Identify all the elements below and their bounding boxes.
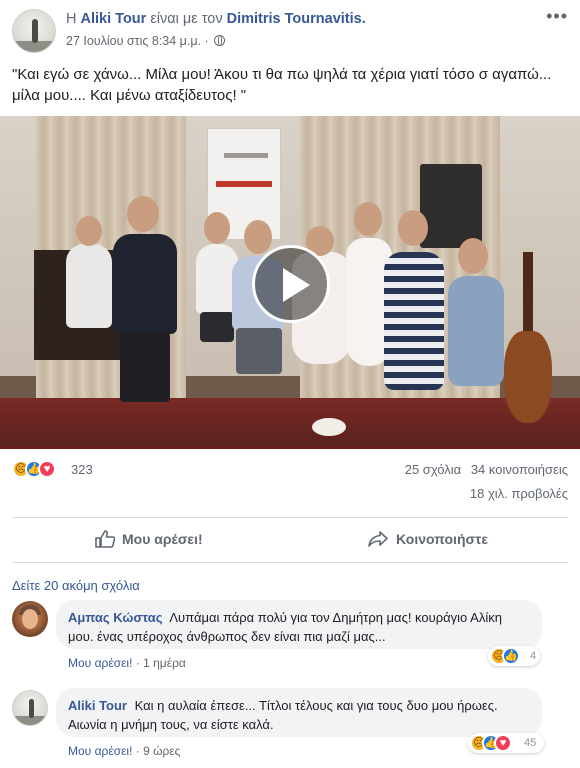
post-actions: Μου αρέσει! Κοινοποιήστε <box>12 518 568 560</box>
video-child-legs <box>200 312 234 342</box>
comment-author-link[interactable]: Aliki Tour <box>68 698 127 713</box>
comments-count[interactable]: 25 σχόλια <box>405 462 461 477</box>
avatar-figure <box>29 699 34 718</box>
video-child-head <box>244 220 272 254</box>
globe-icon[interactable] <box>214 35 226 46</box>
love-icon: ♥ <box>494 734 512 752</box>
comment-bubble: Aliki Tour Και η αυλαία έπεσε... Τίτλοι … <box>56 688 542 737</box>
comment-reaction-count: 45 <box>524 737 537 749</box>
avatar-face <box>22 609 38 629</box>
play-button[interactable] <box>252 245 330 323</box>
play-icon <box>283 268 310 302</box>
like-button[interactable]: Μου αρέσει! <box>12 518 290 560</box>
comment-author-link[interactable]: Αμπας Κώστας <box>68 610 162 625</box>
engagement-counts: 25 σχόλια 34 κοινοποιήσεις <box>405 462 568 477</box>
share-label: Κοινοποιήστε <box>396 531 488 547</box>
commenter-avatar[interactable] <box>12 690 48 726</box>
video-person-head <box>76 216 102 246</box>
post-header: Η Aliki Tour είναι με τον Dimitris Tourn… <box>0 0 580 58</box>
post-author-line: Η Aliki Tour είναι με τον Dimitris Tourn… <box>66 11 366 27</box>
author-prefix: Η <box>66 11 77 27</box>
comment-time[interactable]: 9 ώρες <box>143 744 180 758</box>
views-count: 18 χιλ. προβολές <box>469 486 568 501</box>
comment-bubble: Αμπας Κώστας Λυπάμαι πάρα πολύ για τον Δ… <box>56 600 542 649</box>
poster-text-mark <box>224 153 268 158</box>
video-child-legs <box>120 332 170 402</box>
poster-red-mark <box>216 181 272 187</box>
share-button[interactable]: Κοινοποιήστε <box>290 518 568 560</box>
view-more-comments-link[interactable]: Δείτε 20 ακόμη σχόλια <box>12 578 140 593</box>
video-guitar-neck <box>523 252 533 336</box>
author-avatar[interactable] <box>12 9 56 53</box>
video-player[interactable] <box>0 116 580 449</box>
video-drum <box>312 418 346 436</box>
reaction-count[interactable]: 323 <box>71 462 93 477</box>
comment-text: Και η αυλαία έπεσε... Τίτλοι τέλους και … <box>68 698 498 732</box>
meta-separator: · <box>204 34 209 48</box>
video-child-head <box>127 196 159 232</box>
like-label: Μου αρέσει! <box>122 531 203 547</box>
comment-like-link[interactable]: Μου αρέσει! <box>68 656 132 670</box>
comment-reactions[interactable]: ☹ 👍 ♥ 45 <box>468 733 544 753</box>
shares-count[interactable]: 34 κοινοποιήσεις <box>471 462 568 477</box>
video-child-legs <box>236 328 282 374</box>
commenter-avatar[interactable] <box>12 601 48 637</box>
video-child-head <box>204 212 230 244</box>
post-author-link[interactable]: Aliki Tour <box>81 11 147 27</box>
video-child-1 <box>113 234 177 334</box>
post-stats: ☹ 👍 ♥ 323 25 σχόλια 34 κοινοποιήσεις 18 … <box>12 458 568 504</box>
thumbs-up-icon <box>95 530 115 548</box>
video-child-head <box>398 210 428 246</box>
video-floor <box>0 446 580 449</box>
divider <box>12 562 568 563</box>
video-person-pianist <box>66 244 112 328</box>
comment-like-link[interactable]: Μου αρέσει! <box>68 744 132 758</box>
video-stage <box>0 398 580 449</box>
love-icon: ♥ <box>38 460 56 478</box>
post-timestamp[interactable]: 27 Ιουλίου στις 8:34 μ.μ. <box>66 34 201 48</box>
share-icon <box>368 531 388 547</box>
video-child-6 <box>384 252 444 390</box>
like-icon: 👍 <box>502 647 520 665</box>
comment-time[interactable]: 1 ημέρα <box>143 656 186 670</box>
video-child-7 <box>448 276 504 386</box>
comment-meta: Μου αρέσει! · 9 ώρες <box>68 744 180 758</box>
avatar-figure <box>32 19 38 43</box>
post-text: "Και εγώ σε χάνω... Μίλα μου! Άκου τι θα… <box>12 66 552 104</box>
video-speaker <box>420 164 482 248</box>
with-text: είναι με τον <box>150 11 223 27</box>
video-child-head <box>354 202 382 236</box>
post-meta: 27 Ιουλίου στις 8:34 μ.μ. · <box>66 34 226 48</box>
comment-reaction-count: 4 <box>530 650 537 662</box>
tagged-user-link[interactable]: Dimitris Tournavitis. <box>227 11 366 27</box>
video-child-head <box>458 238 488 274</box>
comment-meta: Μου αρέσει! · 1 ημέρα <box>68 656 186 670</box>
more-options-icon[interactable]: ••• <box>546 6 568 27</box>
comment-reactions[interactable]: ☹ 👍 4 <box>488 646 540 666</box>
video-guitar <box>504 331 552 423</box>
